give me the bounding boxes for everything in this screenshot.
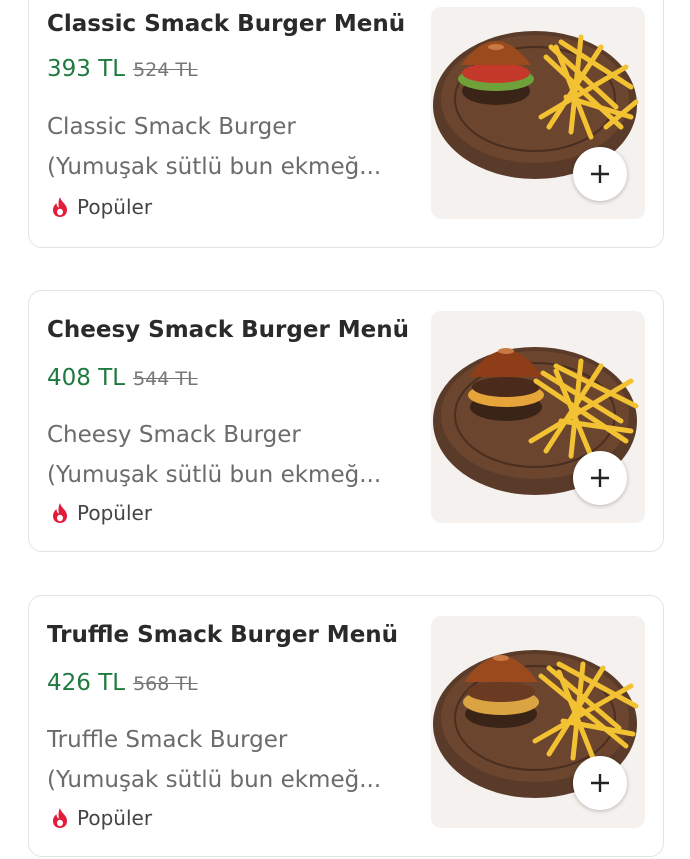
popular-badge: Popüler xyxy=(51,195,152,219)
price-row: 393 TL 524 TL xyxy=(47,56,198,82)
badge-label: Popüler xyxy=(77,195,153,219)
product-description: Truffle Smack Burger (Yumuşak sütlü bun … xyxy=(47,720,417,800)
product-title: Classic Smack Burger Menü xyxy=(47,11,406,37)
product-image[interactable] xyxy=(431,311,645,523)
product-price: 426 TL xyxy=(47,670,126,696)
product-card[interactable]: Truffle Smack Burger Menü 426 TL 568 TL … xyxy=(28,595,664,857)
price-row: 426 TL 568 TL xyxy=(47,670,198,696)
plus-icon xyxy=(591,469,609,487)
product-card[interactable]: Classic Smack Burger Menü 393 TL 524 TL … xyxy=(28,0,664,248)
product-old-price: 568 TL xyxy=(133,673,198,695)
product-description-line: (Yumuşak sütlü bun ekmeğ... xyxy=(47,767,382,793)
popular-badge: Popüler xyxy=(51,501,152,525)
product-price: 408 TL xyxy=(47,365,126,391)
flame-icon xyxy=(53,808,67,828)
product-description-line: Cheesy Smack Burger xyxy=(47,422,301,448)
add-to-cart-button[interactable] xyxy=(573,756,627,810)
price-row: 408 TL 544 TL xyxy=(47,365,198,391)
product-title: Truffle Smack Burger Menü xyxy=(47,622,399,648)
product-description-line: Truffle Smack Burger xyxy=(47,727,288,753)
product-image[interactable] xyxy=(431,7,645,219)
product-description-line: Classic Smack Burger xyxy=(47,114,296,140)
add-to-cart-button[interactable] xyxy=(573,451,627,505)
badge-label: Popüler xyxy=(77,806,153,830)
product-image[interactable] xyxy=(431,616,645,828)
product-price: 393 TL xyxy=(47,56,126,82)
badge-label: Popüler xyxy=(77,501,153,525)
popular-badge: Popüler xyxy=(51,806,152,830)
flame-icon xyxy=(53,503,67,523)
product-description-line: (Yumuşak sütlü bun ekmeğ... xyxy=(47,462,382,488)
product-old-price: 544 TL xyxy=(133,368,198,390)
add-to-cart-button[interactable] xyxy=(573,147,627,201)
plus-icon xyxy=(591,165,609,183)
flame-icon xyxy=(53,197,67,217)
product-card[interactable]: Cheesy Smack Burger Menü 408 TL 544 TL C… xyxy=(28,290,664,552)
product-description: Cheesy Smack Burger (Yumuşak sütlü bun e… xyxy=(47,415,417,495)
product-list: Classic Smack Burger Menü 393 TL 524 TL … xyxy=(0,0,690,859)
product-old-price: 524 TL xyxy=(133,59,198,81)
product-description: Classic Smack Burger (Yumuşak sütlü bun … xyxy=(47,107,417,187)
product-description-line: (Yumuşak sütlü bun ekmeğ... xyxy=(47,154,382,180)
product-title: Cheesy Smack Burger Menü xyxy=(47,317,410,343)
plus-icon xyxy=(591,774,609,792)
